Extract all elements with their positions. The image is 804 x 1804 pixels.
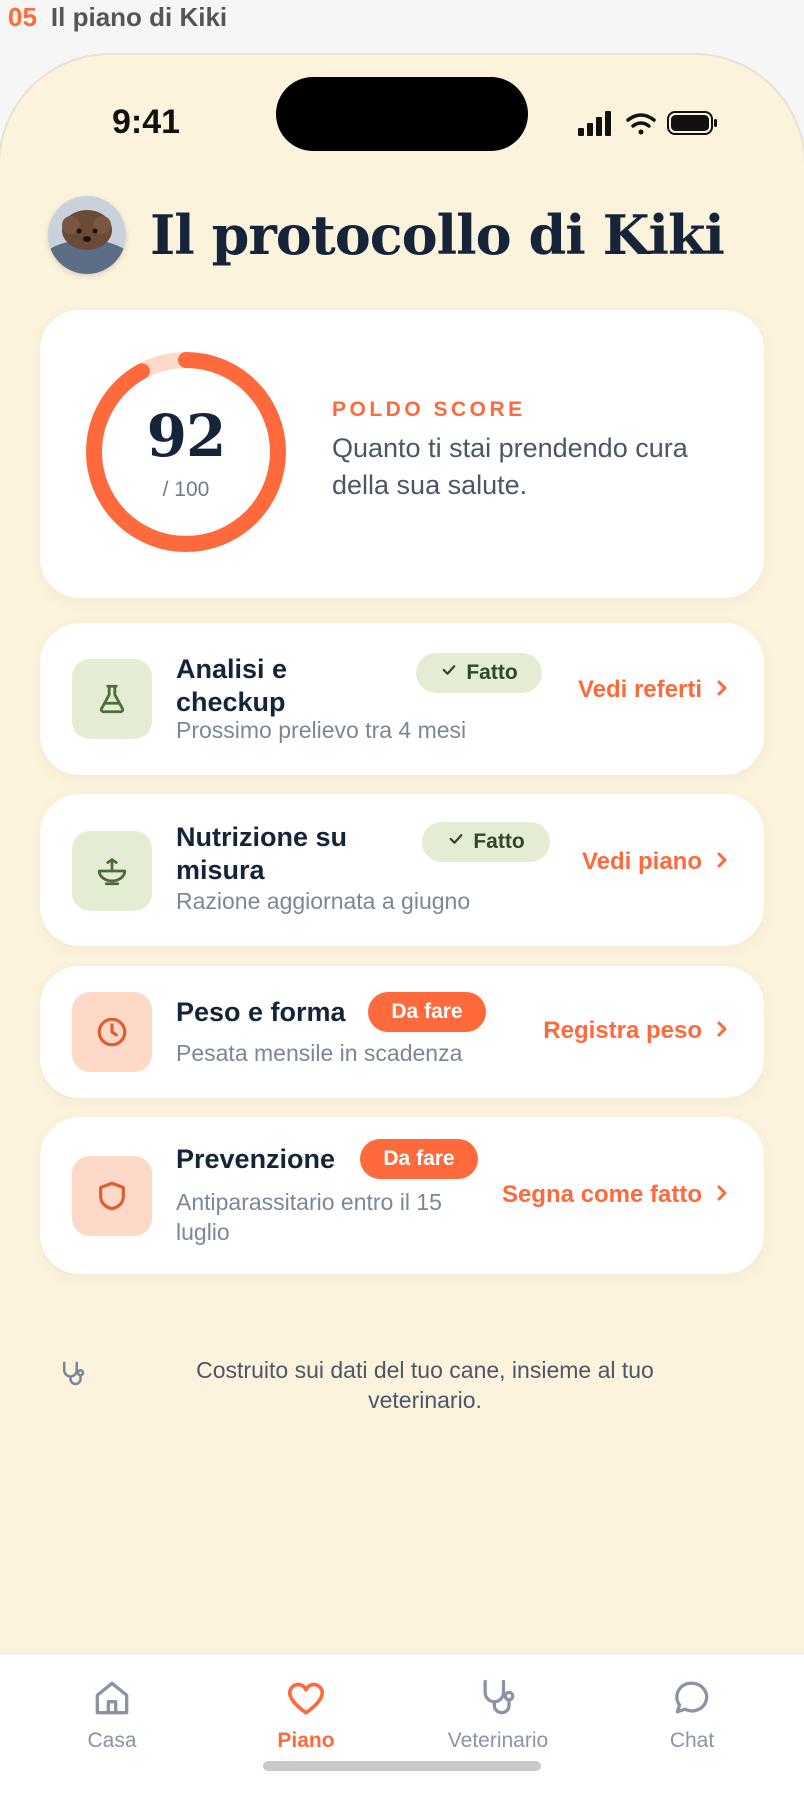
shield-icon [72, 1156, 152, 1236]
link-label: Segna come fatto [501, 1181, 702, 1208]
tab-label: Veterinario [447, 1729, 549, 1752]
wifi-icon [626, 113, 656, 135]
badge-label: Fatto [473, 830, 525, 853]
signal-icon [578, 111, 611, 136]
task-card-peso[interactable]: Peso e forma Da fare Registra peso Pesat… [40, 966, 764, 1098]
vedi-piano-link[interactable]: Vedi piano [582, 848, 728, 876]
tab-label: Casa [87, 1729, 137, 1752]
task-card-analisi[interactable]: Analisi e checkup Fatto Vedi referti Pro… [40, 623, 764, 775]
stethoscope-icon [58, 1359, 88, 1394]
score-value: 92 [146, 402, 227, 470]
vedi-referti-link[interactable]: Vedi referti [578, 676, 728, 704]
segna-come-fatto-link[interactable]: Segna come fatto [502, 1181, 728, 1209]
score-description: Quanto ti stai prendendo cura della sua … [332, 433, 688, 500]
home-icon [90, 1676, 134, 1725]
battery-icon [667, 111, 717, 135]
tab-label: Piano [277, 1729, 335, 1752]
task-subtitle: Prossimo prelievo tra 4 mesi [176, 717, 467, 743]
heart-icon [284, 1676, 328, 1725]
status-badge: Da fare [368, 992, 486, 1032]
score-card[interactable]: 92 / 100 POLDO SCORE Quanto ti stai pren… [40, 310, 764, 598]
check-icon [440, 661, 458, 685]
check-icon [447, 830, 465, 854]
task-title: Prevenzione [176, 1144, 336, 1174]
task-subtitle: Pesata mensile in scadenza [176, 1040, 463, 1066]
screen-title: Il piano di Kiki [50, 2, 228, 32]
link-label: Vedi referti [577, 676, 702, 703]
chevron-right-icon [716, 1017, 728, 1045]
page-title: Il protocollo di Kiki [150, 203, 725, 267]
page-header: Il protocollo di Kiki [48, 195, 725, 275]
badge-label: Da fare [383, 1147, 455, 1170]
status-time: 9:41 [112, 103, 181, 141]
task-subtitle: Antiparassitario entro il 15 luglio [176, 1189, 442, 1245]
task-card-nutrizione[interactable]: Nutrizione su misura Fatto Vedi piano Ra… [40, 794, 764, 946]
chevron-right-icon [716, 1181, 728, 1209]
badge-label: Da fare [391, 1000, 463, 1023]
score-max: / 100 [162, 478, 210, 501]
status-icons [578, 111, 717, 136]
badge-label: Fatto [466, 661, 518, 684]
dog-avatar[interactable] [48, 196, 126, 274]
tab-veterinario[interactable]: Veterinario [428, 1676, 568, 1753]
status-badge: Fatto [416, 653, 542, 693]
tab-label: Chat [669, 1729, 715, 1752]
flask-icon [72, 659, 152, 739]
stethoscope-icon [476, 1676, 520, 1725]
chevron-right-icon [716, 848, 728, 876]
tab-piano[interactable]: Piano [236, 1676, 376, 1753]
status-badge: Da fare [360, 1139, 478, 1179]
screen-number: 05 [8, 2, 37, 32]
registra-peso-link[interactable]: Registra peso [543, 1017, 728, 1045]
chat-icon [670, 1676, 714, 1725]
tab-casa[interactable]: Casa [42, 1676, 182, 1753]
task-title: Peso e forma [176, 997, 346, 1027]
bowl-icon [72, 831, 152, 911]
tab-chat[interactable]: Chat [622, 1676, 762, 1753]
tab-bar: Casa Piano Veterinario Chat [0, 1653, 804, 1804]
link-label: Registra peso [543, 1017, 702, 1044]
task-title: Nutrizione su misura [176, 822, 348, 885]
phone-frame: 9:41 Il protocollo di Kiki 92 / 100 POLD… [0, 55, 804, 1804]
screen-label: 05 Il piano di Kiki [8, 2, 227, 33]
footnote-text: Costruito sui dati del tuo cane, insieme… [196, 1357, 654, 1413]
home-indicator [263, 1761, 541, 1771]
task-title: Analisi e checkup [176, 654, 288, 717]
status-badge: Fatto [422, 822, 550, 862]
link-label: Vedi piano [581, 848, 702, 875]
chevron-right-icon [716, 676, 728, 704]
task-card-prevenzione[interactable]: Prevenzione Da fare Segna come fatto Ant… [40, 1117, 764, 1274]
task-subtitle: Razione aggiornata a giugno [176, 888, 471, 914]
score-label: POLDO SCORE [332, 398, 526, 421]
clock-icon [72, 992, 152, 1072]
dynamic-island [276, 77, 528, 151]
